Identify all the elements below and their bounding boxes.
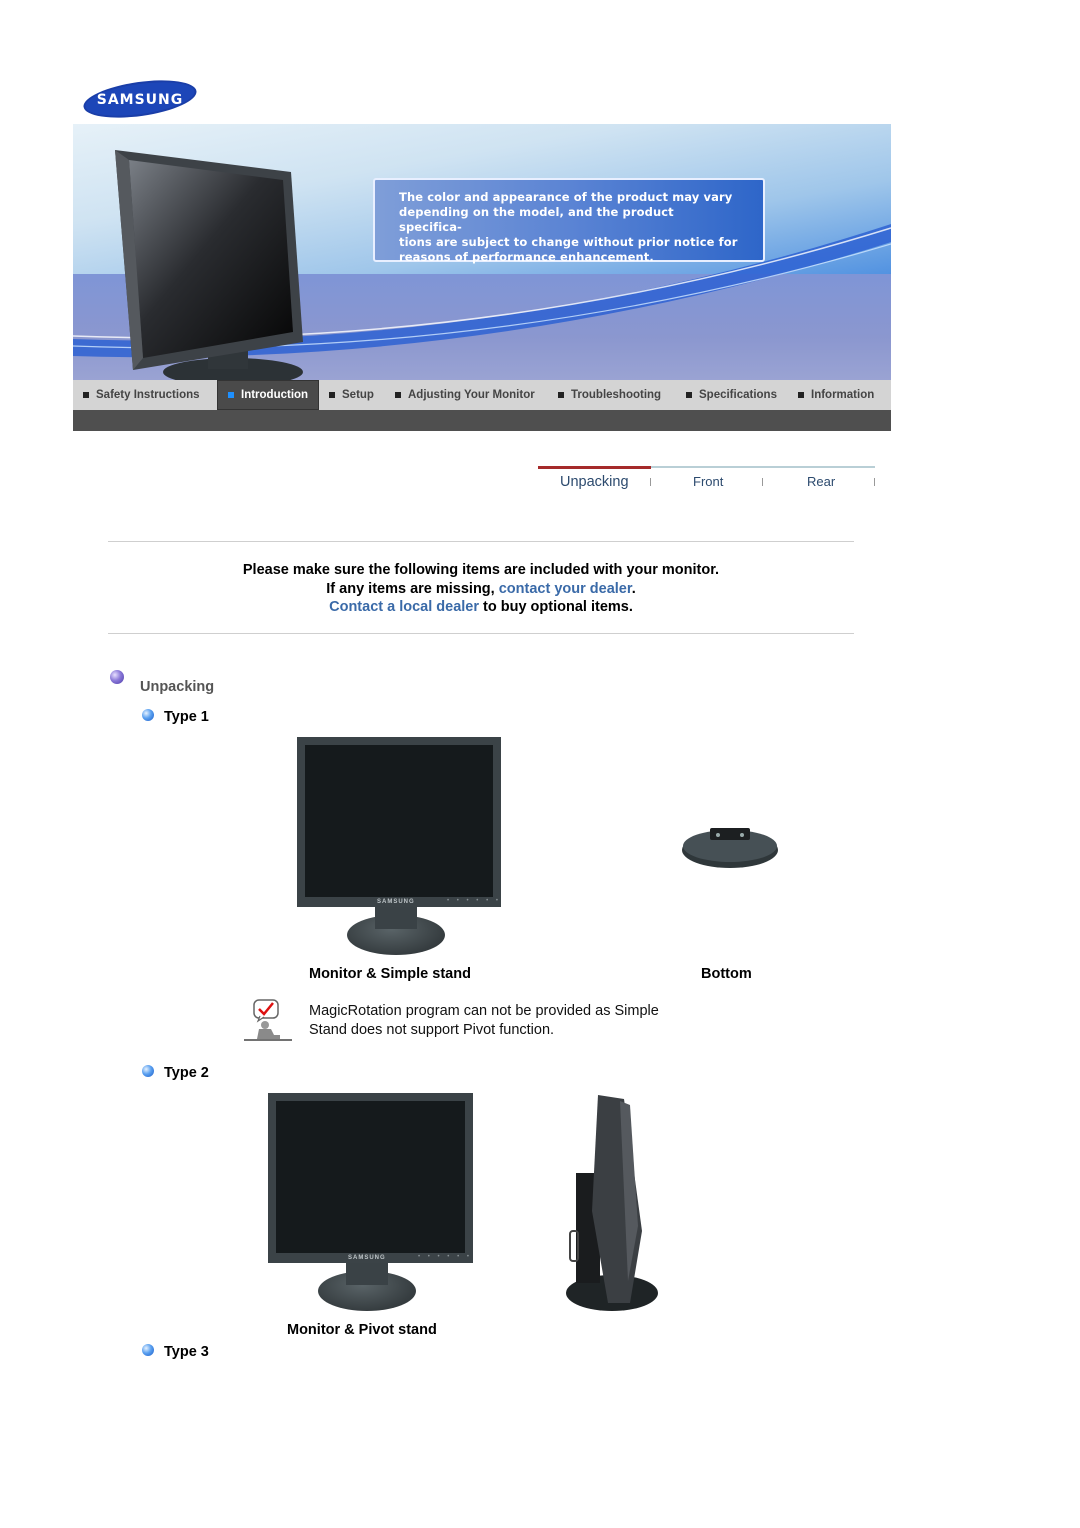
monitor-brand: SAMSUNG — [348, 1255, 386, 1261]
intro-text-fragment: . — [631, 580, 636, 597]
bullet-square-icon — [83, 392, 89, 398]
caption-bottom: Bottom — [701, 966, 752, 982]
bullet-square-icon — [228, 392, 234, 398]
bullet-square-icon — [329, 392, 335, 398]
active-tab-indicator — [538, 466, 651, 469]
nav-item-label: Information — [811, 389, 875, 401]
type-3-label: Type 3 — [164, 1344, 209, 1360]
tab-separator — [762, 478, 763, 486]
monitor-screen — [305, 745, 493, 897]
note-text: MagicRotation program can not be provide… — [309, 1002, 729, 1040]
intro-line: Please make sure the following items are… — [242, 562, 720, 578]
intro-line: Contact a local dealer to buy optional i… — [108, 598, 854, 617]
nav-item-label: Safety Instructions — [96, 389, 200, 401]
nav-item-specifications[interactable]: Specifications — [676, 380, 788, 410]
intro-line: If any items are missing, contact your d… — [108, 580, 854, 599]
intro-text-fragment: If any items are missing, — [326, 580, 499, 597]
tab-front[interactable]: Front — [693, 474, 723, 489]
monitor-side-view-image — [562, 1091, 662, 1313]
sub-tabs: Unpacking Front Rear — [538, 466, 875, 496]
type-2-label: Type 2 — [164, 1065, 209, 1081]
nav-underbar — [73, 410, 891, 431]
disclaimer-line: tions are subject to change without prio… — [399, 235, 738, 249]
tab-rule — [651, 466, 875, 468]
bullet-square-icon — [395, 392, 401, 398]
logo-text: SAMSUNG — [97, 92, 184, 108]
stand-neck — [346, 1261, 388, 1285]
monitor-buttons: • • • • • • — [447, 898, 501, 904]
bullet-square-icon — [558, 392, 564, 398]
banner-monitor-image — [115, 150, 303, 380]
divider — [108, 541, 854, 542]
nav-item-adjusting-your-monitor[interactable]: Adjusting Your Monitor — [385, 380, 548, 410]
monitor-simple-stand-image: SAMSUNG • • • • • • — [297, 737, 503, 959]
divider — [108, 633, 854, 634]
caption-monitor-pivot-stand: Monitor & Pivot stand — [287, 1322, 437, 1338]
tab-unpacking[interactable]: Unpacking — [560, 474, 629, 490]
monitor-brand: SAMSUNG — [377, 899, 415, 905]
nav-item-safety-instructions[interactable]: Safety Instructions — [73, 380, 217, 410]
disclaimer-box: The color and appearance of the product … — [373, 178, 765, 265]
tab-separator — [874, 478, 875, 486]
type-bullet-icon — [142, 1344, 154, 1356]
check-note-icon — [244, 999, 292, 1041]
hero-banner: The color and appearance of the product … — [73, 124, 891, 380]
type-1-label: Type 1 — [164, 709, 209, 725]
main-nav: Safety Instructions Introduction Setup A… — [73, 380, 891, 410]
disclaimer-line: reasons of performance enhancement. — [399, 250, 654, 264]
disclaimer-text: The color and appearance of the product … — [399, 190, 739, 265]
type-bullet-icon — [142, 1065, 154, 1077]
monitor-screen — [276, 1101, 465, 1253]
intro-text: Please make sure the following items are… — [108, 561, 854, 617]
disclaimer-line: The color and appearance of the product … — [399, 190, 733, 204]
intro-text-fragment: to buy optional items. — [479, 599, 633, 615]
note-line: Stand does not support Pivot function. — [309, 1022, 555, 1038]
caption-monitor-simple-stand: Monitor & Simple stand — [309, 966, 471, 982]
tab-separator — [650, 478, 651, 486]
section-bullet-icon — [110, 670, 124, 684]
monitor-buttons: • • • • • • — [418, 1254, 472, 1260]
tab-rear[interactable]: Rear — [807, 474, 835, 489]
nav-item-label: Adjusting Your Monitor — [408, 389, 535, 401]
stand-bottom-image — [680, 818, 780, 872]
nav-item-label: Specifications — [699, 389, 777, 401]
bullet-square-icon — [798, 392, 804, 398]
type-bullet-icon — [142, 709, 154, 721]
disclaimer-line: depending on the model, and the product … — [399, 205, 674, 234]
stand-neck — [375, 905, 417, 929]
bullet-square-icon — [686, 392, 692, 398]
nav-item-label: Setup — [342, 389, 374, 401]
samsung-logo: SAMSUNG — [82, 80, 198, 118]
nav-item-troubleshooting[interactable]: Troubleshooting — [548, 380, 676, 410]
contact-your-dealer-link[interactable]: contact your dealer — [499, 581, 632, 597]
nav-item-introduction[interactable]: Introduction — [217, 380, 319, 410]
contact-local-dealer-link[interactable]: Contact a local dealer — [329, 599, 479, 615]
nav-item-label: Troubleshooting — [571, 389, 662, 401]
nav-item-setup[interactable]: Setup — [319, 380, 385, 410]
nav-item-label: Introduction — [241, 389, 309, 401]
section-title: Unpacking — [140, 679, 215, 695]
monitor-pivot-stand-image: SAMSUNG • • • • • • — [268, 1093, 474, 1315]
nav-item-information[interactable]: Information — [788, 380, 891, 410]
note-line: MagicRotation program can not be provide… — [309, 1003, 659, 1019]
